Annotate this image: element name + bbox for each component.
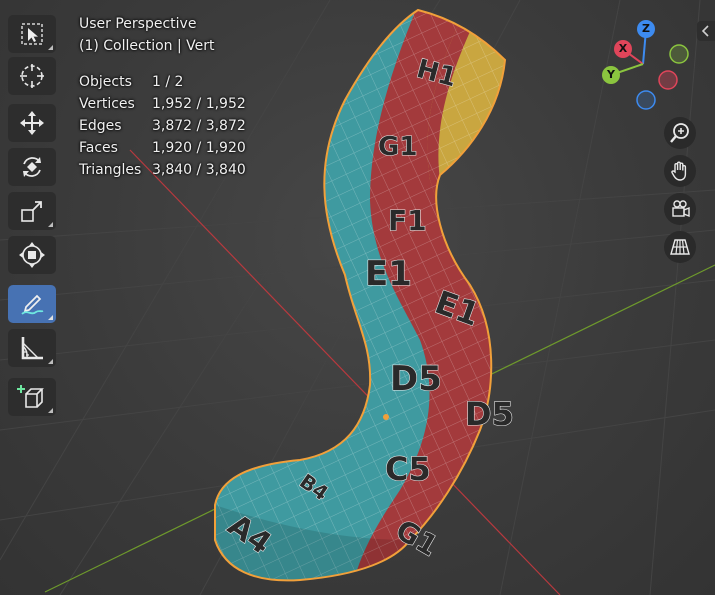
zoom-button[interactable]	[664, 117, 696, 149]
camera-icon	[672, 200, 690, 218]
uv-label: F1	[388, 204, 427, 237]
zoom-icon	[670, 123, 689, 143]
transform-tool[interactable]	[8, 236, 56, 274]
sidebar-toggle-button[interactable]	[697, 21, 715, 41]
hand-icon	[671, 161, 687, 181]
select-box-icon	[21, 23, 43, 45]
uv-label: E1	[365, 254, 412, 294]
x-axis-label: X	[618, 42, 628, 55]
grid-icon	[670, 239, 690, 255]
uv-label: C5	[385, 450, 431, 488]
stat-row: Vertices 1,952 / 1,952	[79, 93, 246, 115]
navigation-gizmo[interactable]: Z X Y	[598, 16, 698, 116]
stat-label: Vertices	[79, 96, 135, 112]
camera-view-button[interactable]	[664, 193, 696, 225]
view-name: User Perspective	[79, 16, 197, 32]
stat-value: 3,872 / 3,872	[152, 118, 246, 134]
y-axis-label: Y	[607, 68, 615, 81]
annotate-tool[interactable]	[8, 285, 56, 323]
uv-label: D5	[390, 359, 442, 399]
object-origin	[383, 414, 389, 420]
uv-label: D5	[465, 395, 514, 433]
z-axis-label: Z	[642, 22, 650, 35]
scene-statistics: Objects 1 / 2 Vertices 1,952 / 1,952 Edges…	[79, 71, 246, 181]
stat-label: Triangles	[79, 162, 142, 178]
chevron-left-icon	[701, 25, 709, 37]
cursor-icon	[20, 64, 44, 88]
view-context: (1) Collection | Vert	[79, 38, 215, 54]
stat-row: Faces 1,920 / 1,920	[79, 137, 246, 159]
ortho-toggle-button[interactable]	[664, 231, 696, 263]
uv-label: G1	[378, 132, 417, 162]
3d-viewport[interactable]: A4 B4 C5 D5 E1 F1 G1 H1 G1 D5 E1 User Pe…	[0, 0, 715, 595]
stat-row: Objects 1 / 2	[79, 71, 246, 93]
annotate-icon	[21, 294, 44, 315]
stat-value: 1,920 / 1,920	[152, 140, 246, 156]
select-box-tool[interactable]	[8, 15, 56, 53]
stat-value: 1 / 2	[152, 74, 184, 90]
measure-icon	[21, 337, 43, 360]
scale-tool[interactable]	[8, 192, 56, 230]
stat-value: 1,952 / 1,952	[152, 96, 246, 112]
scale-icon	[21, 201, 42, 222]
neg-z-axis-handle	[636, 90, 656, 110]
stat-label: Objects	[79, 74, 132, 90]
rotate-icon	[23, 157, 41, 177]
cursor-tool[interactable]	[8, 57, 56, 95]
neg-x-axis-handle	[658, 70, 678, 90]
add-cube-tool[interactable]	[8, 378, 56, 416]
move-icon	[20, 111, 44, 135]
transform-icon	[19, 242, 45, 268]
move-tool[interactable]	[8, 104, 56, 142]
stat-label: Faces	[79, 140, 118, 156]
pan-button[interactable]	[664, 155, 696, 187]
stat-row: Edges 3,872 / 3,872	[79, 115, 246, 137]
add-cube-icon	[17, 385, 44, 408]
stat-row: Triangles 3,840 / 3,840	[79, 159, 246, 181]
stat-value: 3,840 / 3,840	[152, 162, 246, 178]
viewport-info-overlay: User Perspective (1) Collection | Vert O…	[79, 13, 246, 181]
rotate-tool[interactable]	[8, 148, 56, 186]
measure-tool[interactable]	[8, 329, 56, 367]
neg-y-axis-handle	[669, 44, 689, 64]
stat-label: Edges	[79, 118, 122, 134]
